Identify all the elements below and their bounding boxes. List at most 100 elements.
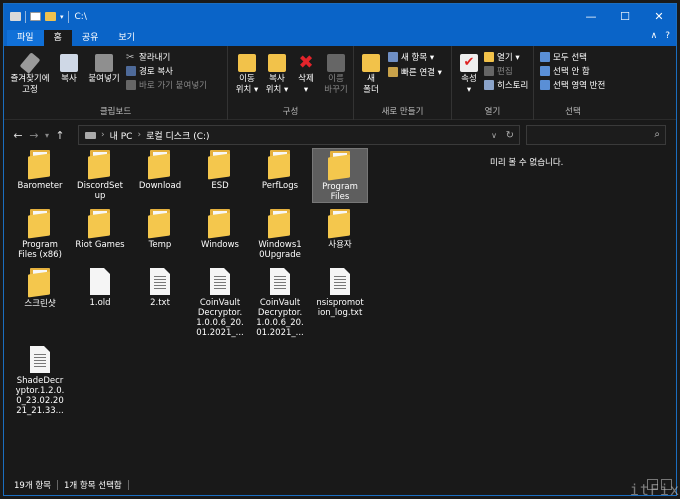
edit-icon [484,66,494,76]
customize-qat-icon[interactable]: ▾ [60,13,64,21]
file-item[interactable]: Riot Games [72,207,128,250]
file-item[interactable]: DiscordSet up [72,148,128,201]
file-item[interactable]: PerfLogs [252,148,308,191]
properties-button[interactable]: ✔ 속성 ▾ [458,54,480,96]
history-button[interactable]: 히스토리 [484,79,528,91]
file-item[interactable]: CoinVault Decryptor. 1.0.0.6_20. 01.2021… [192,266,248,338]
copy-path-label: 경로 복사 [139,67,173,77]
file-name: DiscordSet up [77,181,123,201]
file-item[interactable]: Program Files [312,148,368,203]
folder-icon [328,209,352,239]
new-folder-icon [362,54,380,72]
open-icon [484,52,494,62]
edit-label: 편집 [497,67,513,77]
copy-folder-icon [268,54,286,72]
folder-icon [148,150,172,180]
file-name: nsispromot ion_log.txt [316,298,364,318]
file-item[interactable]: 1.old [72,266,128,308]
breadcrumb-drive[interactable]: 로컬 디스크 (C:) [146,129,209,142]
paste-shortcut-button[interactable]: 바로 가기 붙여넣기 [126,79,207,91]
tab-home[interactable]: 홈 [43,30,72,46]
copy-to-button[interactable]: 복사 위치 ▾ [264,54,290,96]
folder-icon [28,209,52,239]
file-item[interactable]: CoinVault Decryptor. 1.0.0.6_20. 01.2021… [252,266,308,338]
move-to-button[interactable]: 이동 위치 ▾ [234,54,260,96]
invert-selection-button[interactable]: 선택 영역 반전 [540,79,605,91]
open-button[interactable]: 열기 ▾ [484,51,520,63]
file-name: Windows [201,240,239,250]
pin-icon [19,52,41,74]
select-group-label: 선택 [565,107,581,117]
text-file-icon [330,268,350,295]
file-name: CoinVault Decryptor. 1.0.0.6_20. 01.2021… [196,298,244,338]
file-item[interactable]: Download [132,148,188,191]
file-item[interactable]: Program Files (x86) [12,207,68,260]
text-file-icon [210,268,230,295]
file-item[interactable]: nsispromot ion_log.txt [312,266,368,318]
title-bar: ▾ C:\ — ☐ ✕ [4,4,676,29]
clipboard-group: 즐겨찾기에 고정 복사 붙여넣기 ✂ 잘라내기 경로 복사 바로 가기 붙여넣기 [4,46,228,120]
file-name: Barometer [17,181,63,191]
address-dropdown-icon[interactable]: ∨ [491,131,497,140]
select-all-button[interactable]: 모두 선택 [540,51,587,63]
paste-button[interactable]: 붙여넣기 [86,54,122,85]
tab-file[interactable]: 파일 [7,30,44,46]
delete-button[interactable]: ✖ 삭제 ▾ [294,54,318,96]
file-item[interactable]: ShadeDecr yptor.1.2.0. 0_23.02.20 21_21.… [12,344,68,416]
copy-button[interactable]: 복사 [56,54,82,85]
new-folder-icon[interactable] [45,12,56,21]
help-icon[interactable]: ? [665,31,670,41]
file-item[interactable]: Windows1 0Upgrade [252,207,308,260]
address-bar[interactable]: › 내 PC › 로컬 디스크 (C:) ∨ ↻ [78,125,520,145]
close-button[interactable]: ✕ [642,4,676,29]
easy-access-label: 빠른 연결 ▾ [401,68,442,78]
pin-quick-access-button[interactable]: 즐겨찾기에 고정 [10,52,50,96]
select-none-button[interactable]: 선택 안 함 [540,65,590,77]
file-item[interactable]: 스크린샷 [12,266,68,309]
new-item-button[interactable]: 새 항목 ▾ [388,51,434,63]
back-arrow-icon[interactable]: ← [10,129,26,142]
file-item[interactable]: 사용자 [312,207,368,250]
item-count: 19개 항목 [14,481,51,491]
cut-button[interactable]: ✂ 잘라내기 [126,51,170,63]
collapse-ribbon-icon[interactable]: ∧ [651,31,658,41]
folder-icon [268,209,292,239]
folder-icon [148,209,172,239]
new-item-icon [388,52,398,62]
tab-share[interactable]: 공유 [72,30,109,46]
invert-selection-label: 선택 영역 반전 [553,81,606,91]
breadcrumb-pc[interactable]: 내 PC [110,129,133,142]
text-file-icon [30,346,50,373]
file-item[interactable]: Barometer [12,148,68,191]
easy-access-button[interactable]: 빠른 연결 ▾ [388,66,442,78]
new-folder-button[interactable]: 새 폴더 [360,54,382,96]
maximize-button[interactable]: ☐ [608,4,642,29]
properties-icon[interactable] [30,12,41,21]
paste-shortcut-icon [126,80,136,90]
tab-view[interactable]: 보기 [108,30,145,46]
up-arrow-icon[interactable]: ↑ [52,129,68,142]
minimize-button[interactable]: — [574,4,608,29]
file-name: CoinVault Decryptor. 1.0.0.6_20. 01.2021… [256,298,304,338]
folder-icon [208,209,232,239]
paste-shortcut-label: 바로 가기 붙여넣기 [139,81,207,91]
copy-path-button[interactable]: 경로 복사 [126,65,173,77]
rename-button[interactable]: 이름 바꾸기 [322,54,350,96]
refresh-icon[interactable]: ↻ [506,130,514,141]
search-box[interactable]: ⌕ [526,125,666,145]
recent-chevron-icon[interactable]: ▾ [42,131,52,140]
search-icon[interactable]: ⌕ [654,129,660,140]
file-item[interactable]: 2.txt [132,266,188,308]
new-item-label: 새 항목 ▾ [401,53,435,63]
breadcrumb-chevron-icon[interactable]: › [137,130,141,140]
file-item[interactable]: Temp [132,207,188,250]
file-item[interactable]: Windows [192,207,248,250]
breadcrumb-chevron-icon[interactable]: › [101,130,105,140]
ribbon-tabs: 파일 홈 공유 보기 ∧ ? [4,29,676,46]
file-icon [90,268,110,295]
edit-button[interactable]: 편집 [484,65,513,77]
file-item[interactable]: ESD [192,148,248,191]
forward-arrow-icon[interactable]: → [26,129,42,142]
divider [25,10,26,23]
text-file-icon [270,268,290,295]
